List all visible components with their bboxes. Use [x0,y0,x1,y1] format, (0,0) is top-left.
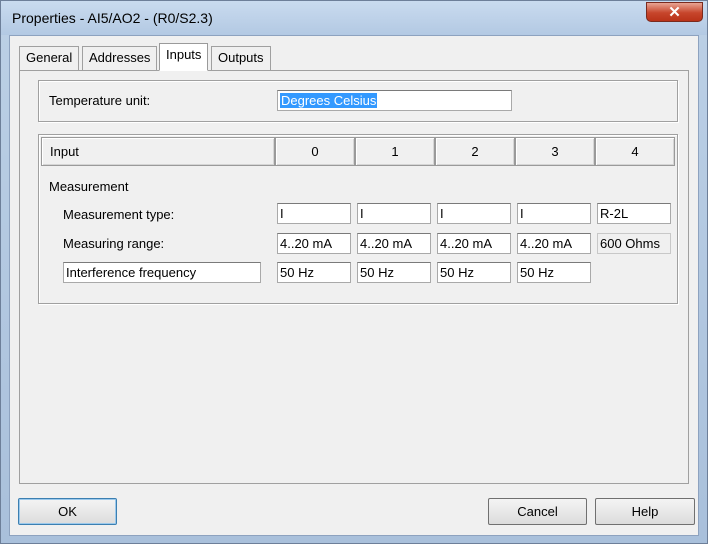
close-button[interactable]: ✕ [646,2,703,22]
inputs-group: Input 0 1 2 3 4 Measurement Measurement … [38,134,678,304]
measurement-type-field-0[interactable]: I [277,203,351,224]
tab-outputs[interactable]: Outputs [211,46,271,70]
properties-dialog: Properties - AI5/AO2 - (R0/S2.3) ✕ Gener… [0,0,708,544]
temperature-unit-group: Temperature unit: Degrees Celsius [38,80,678,122]
temperature-unit-label: Temperature unit: [49,93,151,108]
temperature-unit-field[interactable]: Degrees Celsius [277,90,512,111]
channel-header-4: 4 [595,137,675,166]
interference-field-2[interactable]: 50 Hz [437,262,511,283]
interference-field-3[interactable]: 50 Hz [517,262,591,283]
help-button[interactable]: Help [595,498,695,525]
measurement-section-label: Measurement [49,179,129,194]
title-bar: Properties - AI5/AO2 - (R0/S2.3) ✕ [1,1,707,35]
measuring-range-field-4: 600 Ohms [597,233,671,254]
dialog-body: General Addresses Outputs Inputs Tempera… [9,35,699,536]
measuring-range-field-1[interactable]: 4..20 mA [357,233,431,254]
temperature-unit-value: Degrees Celsius [280,93,378,108]
interference-field-0[interactable]: 50 Hz [277,262,351,283]
measuring-range-field-3[interactable]: 4..20 mA [517,233,591,254]
channel-header-1: 1 [355,137,435,166]
cancel-button[interactable]: Cancel [488,498,587,525]
tab-inputs[interactable]: Inputs [159,43,209,71]
measurement-type-field-3[interactable]: I [517,203,591,224]
measuring-range-field-2[interactable]: 4..20 mA [437,233,511,254]
ok-button[interactable]: OK [18,498,117,525]
channel-header-0: 0 [275,137,355,166]
measuring-range-field-0[interactable]: 4..20 mA [277,233,351,254]
channel-header-2: 2 [435,137,515,166]
inputs-tab-panel: Temperature unit: Degrees Celsius Input … [19,70,689,484]
interference-field-1[interactable]: 50 Hz [357,262,431,283]
measurement-type-field-4[interactable]: R-2L [597,203,671,224]
tab-general[interactable]: General [19,46,80,70]
measuring-range-label: Measuring range: [63,236,165,251]
input-header: Input [41,137,275,166]
window-title: Properties - AI5/AO2 - (R0/S2.3) [12,10,213,26]
measurement-type-label: Measurement type: [63,207,175,222]
channel-header-3: 3 [515,137,595,166]
measurement-type-field-2[interactable]: I [437,203,511,224]
interference-frequency-label: Interference frequency [63,262,261,283]
measurement-type-field-1[interactable]: I [357,203,431,224]
tab-addresses[interactable]: Addresses [82,46,158,70]
close-icon: ✕ [668,4,681,21]
